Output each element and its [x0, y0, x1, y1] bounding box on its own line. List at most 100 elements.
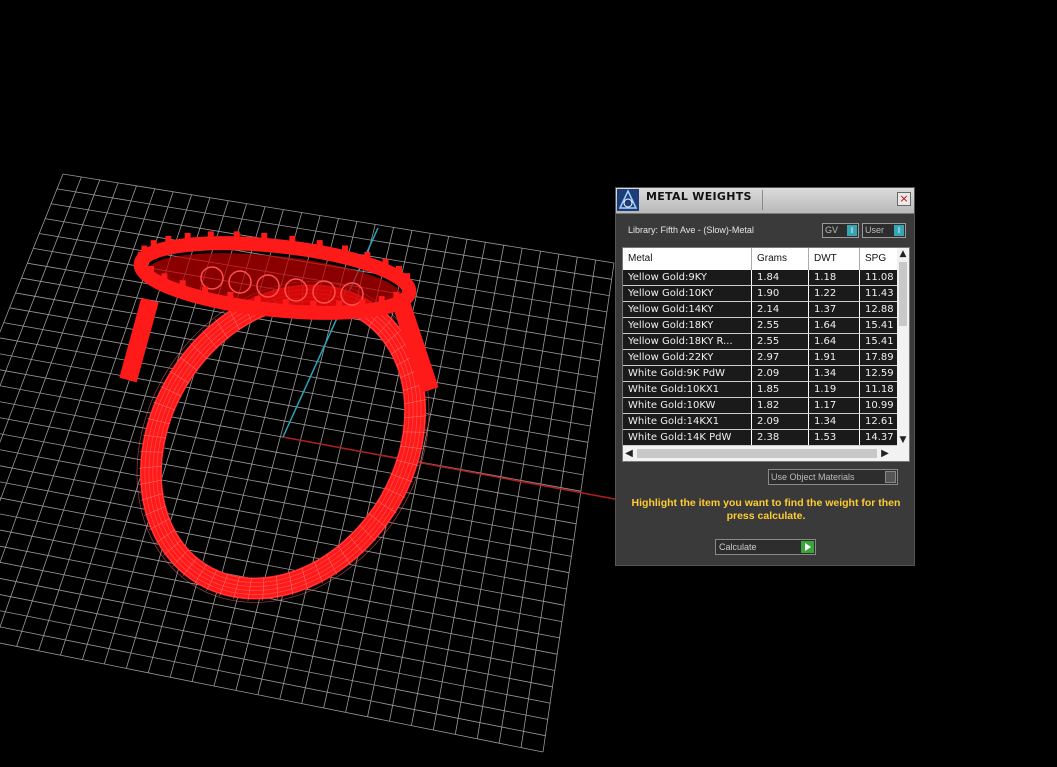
cell-metal: White Gold:10KW [623, 398, 752, 413]
vertical-scrollbar[interactable]: ▲ ▼ [897, 248, 909, 446]
metal-weights-panel: METAL WEIGHTS × Library: Fifth Ave - (Sl… [615, 187, 915, 566]
prong [227, 291, 234, 302]
cell-metal: White Gold:14K PdW [623, 430, 752, 445]
gv-toggle[interactable]: GV I [822, 223, 859, 238]
instruction-text: Highlight the item you want to find the … [631, 497, 901, 522]
cell-metal: Yellow Gold:18KY [623, 318, 752, 333]
cell-grams: 1.85 [752, 382, 809, 397]
column-header-grams[interactable]: Grams [752, 248, 809, 270]
prong [161, 273, 168, 284]
metal-weights-table[interactable]: Metal Grams DWT SPG Yellow Gold:9KY 1.84 1… [622, 247, 910, 462]
cell-dwt: 1.64 [809, 318, 860, 333]
cell-grams: 2.55 [752, 318, 809, 333]
grid-line [0, 176, 82, 387]
prong [359, 299, 366, 310]
calculate-button[interactable]: Calculate [715, 539, 816, 555]
cell-grams: 2.14 [752, 302, 809, 317]
table-row[interactable]: Yellow Gold:22KY 2.97 1.91 17.89 [623, 350, 897, 366]
cell-dwt: 1.19 [809, 382, 860, 397]
cell-grams: 2.38 [752, 430, 809, 445]
panel-title: METAL WEIGHTS [646, 190, 752, 203]
title-separator [762, 190, 763, 210]
cell-grams: 2.97 [752, 350, 809, 365]
cell-grams: 2.09 [752, 366, 809, 381]
cell-metal: White Gold:10KX1 [623, 382, 752, 397]
cad-logo-icon [617, 189, 639, 211]
prong [141, 245, 148, 256]
cell-dwt: 1.53 [809, 430, 860, 445]
ring-shoulder-left [119, 297, 159, 383]
column-header-metal[interactable]: Metal [623, 248, 752, 270]
scroll-down-icon[interactable]: ▼ [897, 434, 909, 446]
cell-dwt: 1.37 [809, 302, 860, 317]
grid-line [432, 248, 523, 731]
table-row[interactable]: Yellow Gold:10KY 1.90 1.22 11.43 [623, 286, 897, 302]
table-row[interactable]: Yellow Gold:9KY 1.84 1.18 11.08 [623, 270, 897, 286]
table-row[interactable]: Yellow Gold:14KY 2.14 1.37 12.88 [623, 302, 897, 318]
library-label: Library: Fifth Ave - (Slow)-Metal [628, 225, 754, 235]
grid-line [520, 259, 597, 748]
column-header-dwt[interactable]: DWT [809, 248, 860, 270]
prong [150, 240, 157, 251]
cell-metal: Yellow Gold:22KY [623, 350, 752, 365]
prong [378, 296, 385, 307]
use-object-materials-toggle[interactable]: Use Object Materials [768, 469, 898, 485]
use-object-materials-label: Use Object Materials [771, 472, 855, 482]
table-row[interactable]: White Gold:10KX1 1.85 1.19 11.18 [623, 382, 897, 398]
cell-grams: 1.82 [752, 398, 809, 413]
cell-dwt: 1.34 [809, 366, 860, 381]
scroll-left-icon[interactable]: ◀ [623, 446, 635, 461]
table-row[interactable]: White Gold:14KX1 2.09 1.34 12.61 [623, 414, 897, 430]
ring-wireframe-model[interactable] [78, 227, 488, 658]
scroll-right-icon[interactable]: ▶ [879, 446, 891, 461]
table-row[interactable]: White Gold:9K PdW 2.09 1.34 12.59 [623, 366, 897, 382]
prong [310, 300, 317, 311]
prong [233, 231, 240, 242]
prong [165, 235, 172, 246]
prong [254, 296, 261, 307]
table-row[interactable]: White Gold:14K PdW 2.38 1.53 14.37 [623, 430, 897, 446]
toggle-indicator-icon: I [894, 225, 904, 236]
close-icon: × [899, 192, 909, 205]
prong [201, 286, 208, 297]
prong [364, 251, 371, 262]
table-body: Yellow Gold:9KY 1.84 1.18 11.08 Yellow Gold:… [623, 270, 897, 446]
grid-line [411, 245, 505, 726]
toggle-indicator-icon: I [847, 225, 857, 236]
play-icon [801, 541, 814, 553]
scroll-up-icon[interactable]: ▲ [897, 248, 909, 260]
cell-grams: 1.84 [752, 270, 809, 285]
prong [382, 258, 389, 269]
table-row[interactable]: Yellow Gold:18KY 2.55 1.64 15.41 [623, 318, 897, 334]
grid-line [0, 610, 548, 720]
prong [316, 240, 323, 251]
cell-dwt: 1.34 [809, 414, 860, 429]
prong [207, 231, 214, 242]
prong [184, 232, 191, 243]
grid-line [0, 337, 589, 443]
table-row[interactable]: White Gold:10KW 1.82 1.17 10.99 [623, 398, 897, 414]
cell-dwt: 1.64 [809, 334, 860, 349]
cell-grams: 2.55 [752, 334, 809, 349]
grid-line [454, 251, 541, 735]
user-toggle-label: User [865, 225, 885, 235]
cell-dwt: 1.18 [809, 270, 860, 285]
table-row[interactable]: Yellow Gold:18KY R... 2.55 1.64 15.41 [623, 334, 897, 350]
radio-indicator-icon [885, 471, 896, 483]
prong [282, 299, 289, 310]
horizontal-scrollbar[interactable]: ◀ ▶ [623, 446, 909, 461]
horizontal-scroll-thumb[interactable] [637, 449, 877, 458]
cell-dwt: 1.22 [809, 286, 860, 301]
prong [404, 273, 411, 284]
panel-titlebar[interactable]: METAL WEIGHTS × [616, 188, 914, 214]
gv-toggle-label: GV [825, 225, 839, 235]
cell-metal: White Gold:9K PdW [623, 366, 752, 381]
prong [147, 266, 154, 277]
user-toggle[interactable]: User I [862, 223, 906, 238]
close-button[interactable]: × [897, 192, 911, 206]
vertical-scroll-thumb[interactable] [899, 262, 907, 326]
cell-grams: 2.09 [752, 414, 809, 429]
prong [396, 265, 403, 276]
cell-metal: Yellow Gold:10KY [623, 286, 752, 301]
prong [179, 280, 186, 291]
